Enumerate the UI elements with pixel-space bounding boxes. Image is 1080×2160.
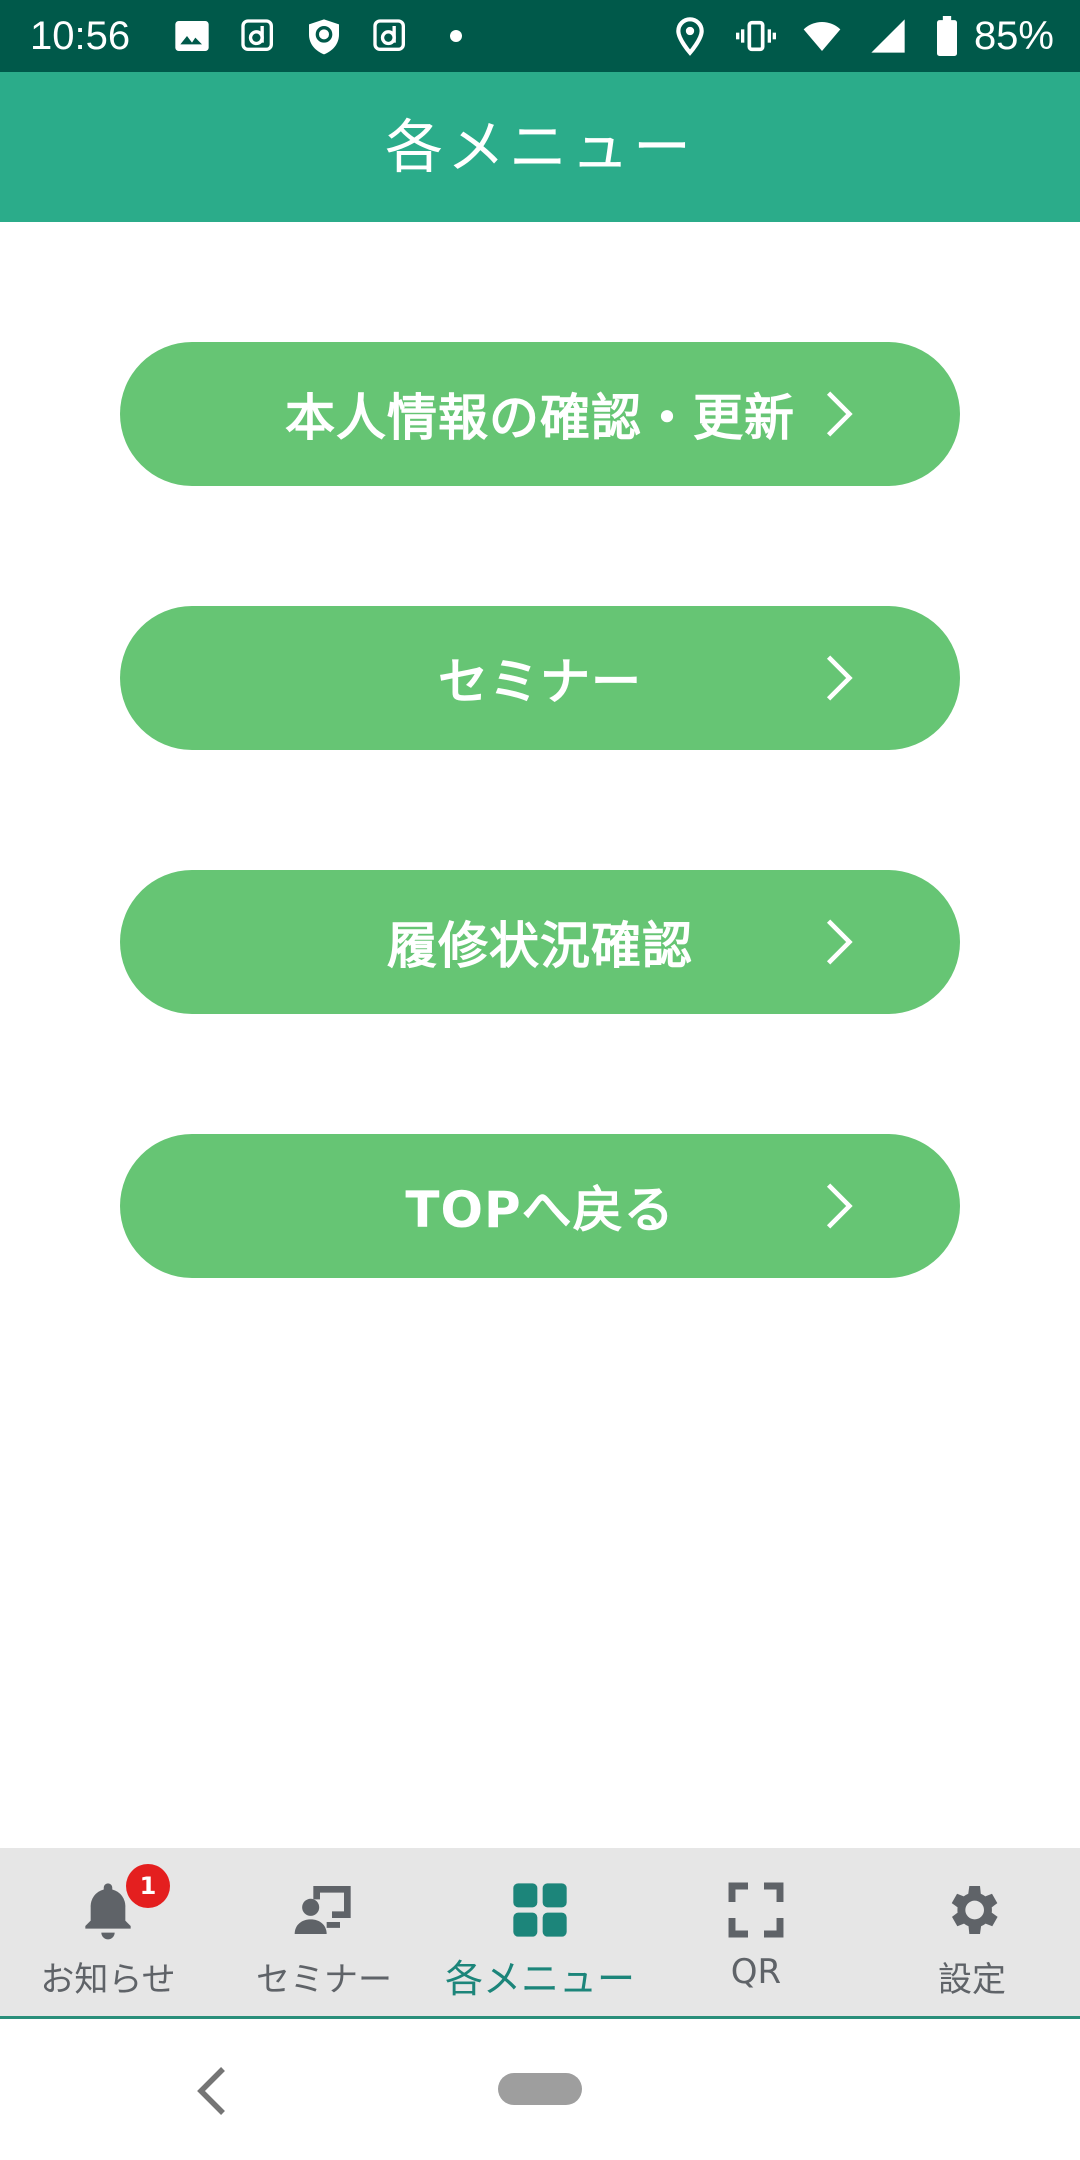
nav-item-qr[interactable]: QR xyxy=(648,1848,864,2016)
battery-icon xyxy=(934,16,960,56)
d-app-icon xyxy=(370,16,410,56)
chevron-right-icon xyxy=(814,389,864,439)
bottom-navigation: 1 お知らせ セミナー 各メニュー QR 設定 xyxy=(0,1848,1080,2019)
gear-icon xyxy=(940,1878,1004,1942)
notification-badge: 1 xyxy=(126,1864,170,1908)
signal-icon xyxy=(868,16,908,56)
system-navigation-bar xyxy=(0,2019,1080,2160)
grid-icon xyxy=(508,1878,572,1942)
nav-label: QR xyxy=(730,1952,782,1992)
menu-button-label: 履修状況確認 xyxy=(387,917,693,975)
nav-item-notifications[interactable]: 1 お知らせ xyxy=(0,1848,216,2016)
home-pill[interactable] xyxy=(498,2073,582,2105)
status-left-icons xyxy=(172,14,462,58)
profile-update-button[interactable]: 本人情報の確認・更新 xyxy=(120,342,960,486)
nav-item-settings[interactable]: 設定 xyxy=(864,1848,1080,2016)
course-status-button[interactable]: 履修状況確認 xyxy=(120,870,960,1014)
wifi-icon xyxy=(802,16,842,56)
qr-scan-icon xyxy=(724,1878,788,1942)
status-bar: 10:56 85% xyxy=(0,0,1080,72)
menu-button-label: 本人情報の確認・更新 xyxy=(285,389,795,447)
page-title: 各メニュー xyxy=(384,113,695,181)
status-right-icons xyxy=(670,14,960,58)
back-to-top-button[interactable]: TOPへ戻る xyxy=(120,1134,960,1278)
seminar-button[interactable]: セミナー xyxy=(120,606,960,750)
nav-label: 各メニュー xyxy=(444,1957,635,2001)
location-icon xyxy=(670,16,710,56)
image-icon xyxy=(172,16,212,56)
app-header: 各メニュー xyxy=(0,72,1080,222)
back-icon[interactable] xyxy=(190,2063,234,2119)
nav-label: セミナー xyxy=(256,1960,392,2000)
menu-button-label: セミナー xyxy=(438,653,642,711)
nav-label: 設定 xyxy=(938,1960,1006,2000)
nav-item-menu[interactable]: 各メニュー xyxy=(432,1848,648,2016)
chevron-right-icon xyxy=(814,653,864,703)
d-app-icon xyxy=(238,16,278,56)
nav-item-seminar[interactable]: セミナー xyxy=(216,1848,432,2016)
chevron-right-icon xyxy=(814,1181,864,1231)
status-time: 10:56 xyxy=(30,14,131,58)
chevron-right-icon xyxy=(814,917,864,967)
menu-list: 本人情報の確認・更新 セミナー 履修状況確認 TOPへ戻る xyxy=(120,342,960,1398)
menu-button-label: TOPへ戻る xyxy=(405,1181,675,1239)
shield-icon xyxy=(304,16,344,56)
seminar-icon xyxy=(292,1878,356,1942)
battery-percent: 85% xyxy=(973,14,1054,58)
notification-dot xyxy=(450,30,462,42)
nav-label: お知らせ xyxy=(40,1960,176,2000)
vibrate-icon xyxy=(736,16,776,56)
